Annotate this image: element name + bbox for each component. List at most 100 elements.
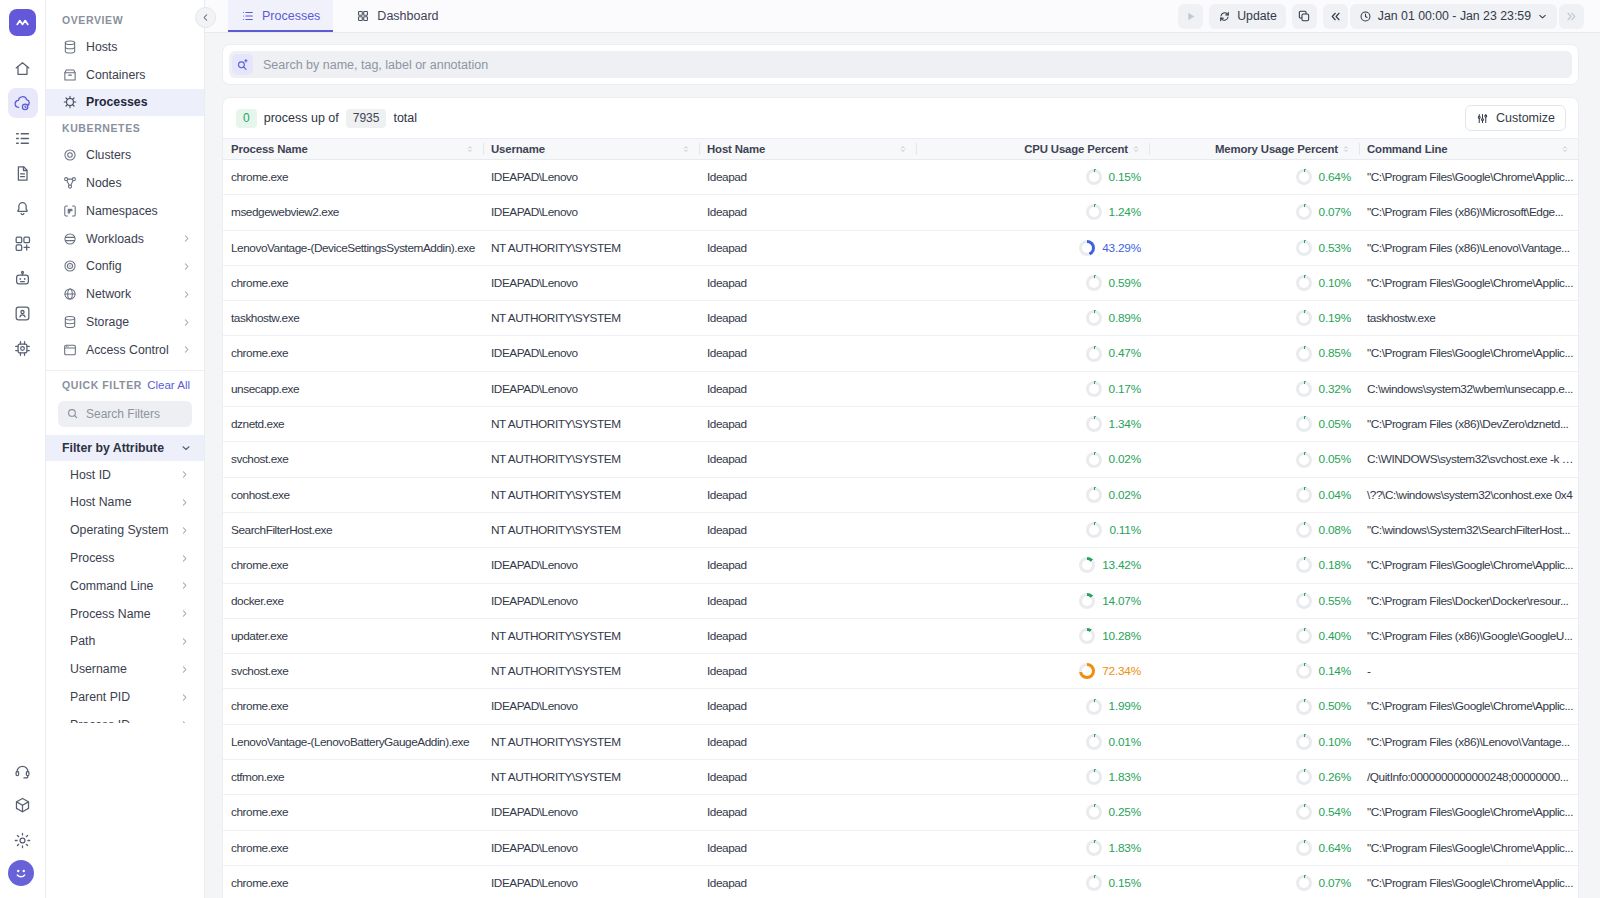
col-header-cpu-usage[interactable]: CPU Usage Percent bbox=[916, 139, 1149, 159]
cell-username: IDEAPAD\Lenovo bbox=[483, 795, 699, 829]
attribute-process[interactable]: Process bbox=[46, 544, 204, 572]
table-row[interactable]: docker.exeIDEAPAD\LenovoIdeapad14.07%0.5… bbox=[223, 584, 1578, 619]
quick-filter-title: QUICK FILTERClear All bbox=[46, 373, 204, 398]
table-row[interactable]: ctfmon.exeNT AUTHORITY\SYSTEMIdeapad1.83… bbox=[223, 760, 1578, 795]
sidebar-item-workloads[interactable]: Workloads bbox=[46, 225, 204, 253]
clear-all-link[interactable]: Clear All bbox=[147, 379, 190, 391]
sidebar-collapse-button[interactable] bbox=[195, 7, 216, 28]
table-row[interactable]: chrome.exeIDEAPAD\LenovoIdeapad13.42%0.1… bbox=[223, 548, 1578, 583]
sidebar-item-nodes[interactable]: Nodes bbox=[46, 169, 204, 197]
attribute-username[interactable]: Username bbox=[46, 655, 204, 683]
rail-package-button[interactable] bbox=[8, 790, 38, 820]
filter-by-attribute-header[interactable]: Filter by Attribute bbox=[46, 435, 204, 461]
time-back-button[interactable] bbox=[1323, 4, 1348, 29]
attribute-command-line[interactable]: Command Line bbox=[46, 572, 204, 600]
cell-cpu-usage: 0.47% bbox=[916, 336, 1149, 370]
attribute-process-id[interactable]: Process ID bbox=[46, 711, 204, 723]
sort-icon bbox=[1341, 144, 1351, 154]
table-row[interactable]: chrome.exeIDEAPAD\LenovoIdeapad0.47%0.85… bbox=[223, 336, 1578, 371]
chevron-right-icon bbox=[179, 525, 190, 536]
table-row[interactable]: svchost.exeNT AUTHORITY\SYSTEMIdeapad0.0… bbox=[223, 442, 1578, 477]
sidebar-item-network[interactable]: Network bbox=[46, 280, 204, 308]
tab-processes[interactable]: Processes bbox=[228, 0, 333, 32]
table-row[interactable]: LenovoVantage-(LenovoBatteryGaugeAddin).… bbox=[223, 725, 1578, 760]
col-header-username[interactable]: Username bbox=[483, 139, 699, 159]
rail-integrations-button[interactable] bbox=[8, 333, 38, 363]
table-row[interactable]: taskhostw.exeNT AUTHORITY\SYSTEMIdeapad0… bbox=[223, 301, 1578, 336]
cell-host-name: Ideapad bbox=[699, 442, 916, 476]
copy-dashboard-button[interactable] bbox=[1292, 4, 1317, 29]
update-button[interactable]: Update bbox=[1209, 4, 1286, 29]
sidebar-item-access-control[interactable]: Access Control bbox=[46, 336, 204, 364]
rail-logs-button[interactable] bbox=[8, 123, 38, 153]
customize-button[interactable]: Customize bbox=[1465, 105, 1566, 131]
table-row[interactable]: conhost.exeNT AUTHORITY\SYSTEMIdeapad0.0… bbox=[223, 478, 1578, 513]
col-header-memory-usage[interactable]: Memory Usage Percent bbox=[1149, 139, 1359, 159]
time-forward-button[interactable] bbox=[1559, 4, 1584, 29]
rail-documents-button[interactable] bbox=[8, 158, 38, 188]
sidebar-item-storage[interactable]: Storage bbox=[46, 308, 204, 336]
rail-home-button[interactable] bbox=[8, 53, 38, 83]
cell-process-name: chrome.exe bbox=[223, 866, 483, 898]
col-header-command-line[interactable]: Command Line bbox=[1359, 139, 1578, 159]
attribute-host-id[interactable]: Host ID bbox=[46, 461, 204, 489]
home-icon bbox=[13, 59, 32, 78]
attribute-host-name[interactable]: Host Name bbox=[46, 489, 204, 517]
brand-logo[interactable] bbox=[9, 9, 36, 36]
attribute-path[interactable]: Path bbox=[46, 628, 204, 656]
cell-memory-usage: 0.54% bbox=[1149, 795, 1359, 829]
table-row[interactable]: updater.exeNT AUTHORITY\SYSTEMIdeapad10.… bbox=[223, 619, 1578, 654]
user-avatar[interactable] bbox=[8, 860, 34, 886]
cell-host-name: Ideapad bbox=[699, 231, 916, 265]
cell-username: IDEAPAD\Lenovo bbox=[483, 584, 699, 618]
table-row[interactable]: unsecapp.exeIDEAPAD\LenovoIdeapad0.17%0.… bbox=[223, 372, 1578, 407]
cell-cpu-usage: 1.83% bbox=[916, 831, 1149, 865]
cell-process-name: chrome.exe bbox=[223, 160, 483, 194]
table-row[interactable]: chrome.exeIDEAPAD\LenovoIdeapad1.99%0.50… bbox=[223, 689, 1578, 724]
table-row[interactable]: chrome.exeIDEAPAD\LenovoIdeapad0.15%0.07… bbox=[223, 866, 1578, 898]
table-row[interactable]: msedgewebview2.exeIDEAPAD\LenovoIdeapad1… bbox=[223, 195, 1578, 230]
table-row[interactable]: LenovoVantage-(DeviceSettingsSystemAddin… bbox=[223, 231, 1578, 266]
chevron-down-icon bbox=[180, 442, 192, 454]
table-row[interactable]: svchost.exeNT AUTHORITY\SYSTEMIdeapad72.… bbox=[223, 654, 1578, 689]
sidebar-item-config[interactable]: Config bbox=[46, 253, 204, 281]
attribute-parent-pid[interactable]: Parent PID bbox=[46, 683, 204, 711]
sidebar-item-clusters[interactable]: Clusters bbox=[46, 141, 204, 169]
filter-search-input[interactable]: Search Filters bbox=[58, 401, 192, 427]
usage-donut bbox=[1086, 734, 1102, 750]
usage-donut bbox=[1296, 663, 1312, 679]
search-input[interactable]: Search by name, tag, label or annotation bbox=[229, 51, 1572, 78]
cell-process-name: chrome.exe bbox=[223, 795, 483, 829]
attribute-process-name[interactable]: Process Name bbox=[46, 600, 204, 628]
sidebar-item-processes[interactable]: Processes bbox=[46, 89, 204, 117]
play-button[interactable] bbox=[1178, 4, 1203, 29]
usage-donut bbox=[1086, 804, 1102, 820]
rail-gear-button[interactable] bbox=[8, 825, 38, 855]
sidebar-item-namespaces[interactable]: Namespaces bbox=[46, 197, 204, 225]
cell-host-name: Ideapad bbox=[699, 160, 916, 194]
usage-donut bbox=[1086, 452, 1102, 468]
rail-rum-button[interactable] bbox=[8, 298, 38, 328]
cell-host-name: Ideapad bbox=[699, 619, 916, 653]
table-row[interactable]: chrome.exeIDEAPAD\LenovoIdeapad0.25%0.54… bbox=[223, 795, 1578, 830]
table-row[interactable]: chrome.exeIDEAPAD\LenovoIdeapad1.83%0.64… bbox=[223, 831, 1578, 866]
rail-infrastructure-button[interactable] bbox=[8, 88, 38, 118]
table-row[interactable]: dznetd.exeNT AUTHORITY\SYSTEMIdeapad1.34… bbox=[223, 407, 1578, 442]
table-row[interactable]: chrome.exeIDEAPAD\LenovoIdeapad0.59%0.10… bbox=[223, 266, 1578, 301]
rail-dashboards-button[interactable] bbox=[8, 228, 38, 258]
tab-dashboard[interactable]: Dashboard bbox=[343, 0, 451, 32]
cell-command-line: - bbox=[1359, 654, 1578, 688]
usage-donut bbox=[1086, 522, 1102, 538]
rail-bot-button[interactable] bbox=[8, 263, 38, 293]
table-row[interactable]: chrome.exeIDEAPAD\LenovoIdeapad0.15%0.64… bbox=[223, 160, 1578, 195]
sidebar-item-hosts[interactable]: Hosts bbox=[46, 33, 204, 61]
time-range-button[interactable]: Jan 01 00:00 - Jan 23 23:59 bbox=[1350, 4, 1557, 29]
headset-icon bbox=[13, 761, 32, 780]
col-header-process-name[interactable]: Process Name bbox=[223, 139, 483, 159]
rail-headset-button[interactable] bbox=[8, 755, 38, 785]
table-row[interactable]: SearchFilterHost.exeNT AUTHORITY\SYSTEMI… bbox=[223, 513, 1578, 548]
col-header-host-name[interactable]: Host Name bbox=[699, 139, 916, 159]
sidebar-item-containers[interactable]: Containers bbox=[46, 61, 204, 89]
rail-alerts-button[interactable] bbox=[8, 193, 38, 223]
attribute-operating-system[interactable]: Operating System bbox=[46, 516, 204, 544]
